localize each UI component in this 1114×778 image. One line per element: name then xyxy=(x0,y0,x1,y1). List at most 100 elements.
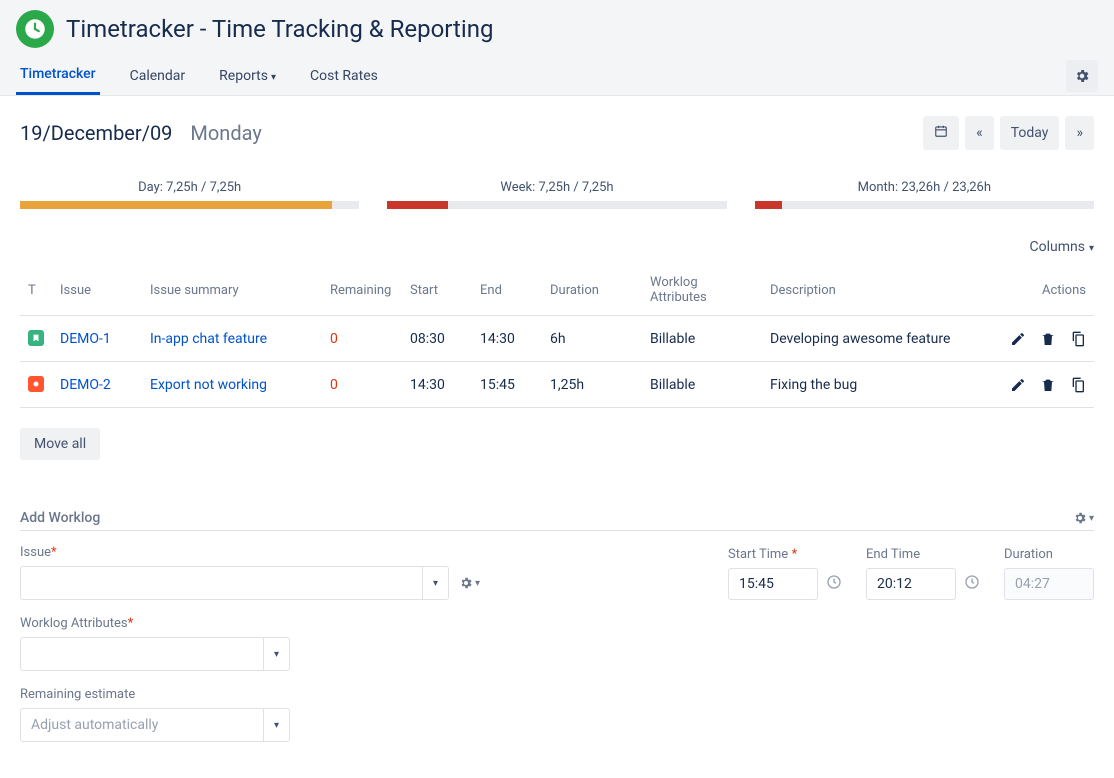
edit-button[interactable] xyxy=(1010,377,1026,393)
gear-icon xyxy=(1074,68,1090,84)
move-all-button[interactable]: Move all xyxy=(20,428,100,460)
issue-type-icon xyxy=(28,376,44,392)
attributes-value: Billable xyxy=(642,362,762,408)
app-header: Timetracker - Time Tracking & Reporting xyxy=(0,0,1114,56)
nav-settings-button[interactable] xyxy=(1066,60,1098,92)
description-value: Developing awesome feature xyxy=(762,316,984,362)
start-value: 14:30 xyxy=(402,362,472,408)
tab-timetracker[interactable]: Timetracker xyxy=(16,56,100,95)
columns-row: Columns▾ xyxy=(20,239,1094,255)
issue-label: Issue* xyxy=(20,545,480,560)
delete-button[interactable] xyxy=(1040,331,1056,347)
start-time-group: Start Time * xyxy=(728,547,842,600)
col-type: T xyxy=(20,265,52,316)
issue-type-icon xyxy=(28,330,44,346)
end-value: 14:30 xyxy=(472,316,542,362)
duration-value: 6h xyxy=(542,316,642,362)
remaining-select-caret[interactable]: ▾ xyxy=(264,708,290,742)
attributes-value: Billable xyxy=(642,316,762,362)
col-start: Start xyxy=(402,265,472,316)
chevron-down-icon: ▾ xyxy=(475,578,480,589)
start-value: 08:30 xyxy=(402,316,472,362)
tab-calendar[interactable]: Calendar xyxy=(126,58,190,94)
duration-value: 1,25h xyxy=(542,362,642,408)
table-row: DEMO-2 Export not working 0 14:3015:451,25h… xyxy=(20,362,1094,408)
remaining-value: 0 xyxy=(330,331,338,347)
app-logo xyxy=(16,10,54,48)
remaining-label: Remaining estimate xyxy=(20,687,290,702)
progress-month: Month: 23,26h / 23,26h xyxy=(755,180,1094,209)
tab-reports[interactable]: Reports▾ xyxy=(215,58,280,94)
chevron-right-double-icon: » xyxy=(1076,125,1083,141)
app-title: Timetracker - Time Tracking & Reporting xyxy=(66,15,493,43)
end-time-label: End Time xyxy=(866,547,980,562)
remaining-value: 0 xyxy=(330,377,338,393)
remaining-select[interactable]: Adjust automatically xyxy=(20,708,264,742)
issue-settings[interactable]: ▾ xyxy=(459,576,480,590)
add-worklog-title: Add Worklog xyxy=(20,510,100,526)
start-time-input[interactable] xyxy=(728,568,818,600)
nav-bar: Timetracker Calendar Reports▾ Cost Rates xyxy=(0,56,1114,96)
progress-day: Day: 7,25h / 7,25h xyxy=(20,180,359,209)
current-date: 19/December/09 xyxy=(20,121,172,145)
start-time-label: Start Time * xyxy=(728,547,842,562)
add-worklog-settings[interactable]: ▾ xyxy=(1073,511,1094,525)
prev-day-button[interactable]: « xyxy=(965,116,994,150)
table-row: DEMO-1 In-app chat feature 0 08:3014:306hBi… xyxy=(20,316,1094,362)
col-issue: Issue xyxy=(52,265,142,316)
issue-link[interactable]: DEMO-1 xyxy=(60,331,111,347)
issue-summary-link[interactable]: In-app chat feature xyxy=(150,331,267,347)
worklog-table: T Issue Issue summary Remaining Start En… xyxy=(20,265,1094,408)
col-end: End xyxy=(472,265,542,316)
end-time-input[interactable] xyxy=(866,568,956,600)
chevron-down-icon: ▾ xyxy=(1089,243,1094,254)
description-value: Fixing the bug xyxy=(762,362,984,408)
current-day: Monday xyxy=(190,121,261,145)
calendar-button[interactable] xyxy=(923,116,959,150)
issue-link[interactable]: DEMO-2 xyxy=(60,377,111,393)
remaining-field-group: Remaining estimate Adjust automatically … xyxy=(20,687,290,742)
gear-icon xyxy=(1073,511,1087,525)
next-day-button[interactable]: » xyxy=(1065,116,1094,150)
col-remaining: Remaining xyxy=(322,265,402,316)
progress-week: Week: 7,25h / 7,25h xyxy=(387,180,726,209)
col-duration: Duration xyxy=(542,265,642,316)
col-actions: Actions xyxy=(984,265,1094,316)
issue-summary-link[interactable]: Export not working xyxy=(150,377,267,393)
main-content: 19/December/09 Monday « Today » Day: 7,2… xyxy=(0,96,1114,778)
gear-icon xyxy=(459,576,473,590)
duration-label: Duration xyxy=(1004,547,1094,562)
calendar-icon xyxy=(934,124,948,138)
progress-row: Day: 7,25h / 7,25h Week: 7,25h / 7,25h M… xyxy=(20,180,1094,209)
attributes-label: Worklog Attributes* xyxy=(20,616,290,631)
add-worklog-section: Add Worklog ▾ Issue* ▾ ▾ xyxy=(20,510,1094,742)
end-value: 15:45 xyxy=(472,362,542,408)
chevron-left-double-icon: « xyxy=(976,125,983,141)
issue-field-group: Issue* ▾ ▾ xyxy=(20,545,480,600)
delete-button[interactable] xyxy=(1040,377,1056,393)
clock-icon[interactable] xyxy=(826,574,842,594)
add-worklog-header: Add Worklog ▾ xyxy=(20,510,1094,531)
end-time-group: End Time xyxy=(866,547,980,600)
date-row: 19/December/09 Monday « Today » xyxy=(20,116,1094,150)
chevron-down-icon: ▾ xyxy=(1089,513,1094,524)
issue-select[interactable] xyxy=(20,566,423,600)
duration-group: Duration xyxy=(1004,547,1094,600)
date-controls: « Today » xyxy=(923,116,1094,150)
col-summary: Issue summary xyxy=(142,265,322,316)
duration-input xyxy=(1004,568,1094,600)
chevron-down-icon: ▾ xyxy=(271,72,276,83)
clock-icon[interactable] xyxy=(964,574,980,594)
attributes-field-group: Worklog Attributes* ▾ xyxy=(20,616,290,671)
attributes-select-caret[interactable]: ▾ xyxy=(264,637,290,671)
columns-button[interactable]: Columns▾ xyxy=(1030,239,1094,255)
attributes-select[interactable] xyxy=(20,637,264,671)
copy-button[interactable] xyxy=(1070,377,1086,393)
col-attributes: Worklog Attributes xyxy=(642,265,762,316)
issue-select-caret[interactable]: ▾ xyxy=(423,566,449,600)
edit-button[interactable] xyxy=(1010,331,1026,347)
col-description: Description xyxy=(762,265,984,316)
today-button[interactable]: Today xyxy=(1000,116,1060,150)
tab-cost-rates[interactable]: Cost Rates xyxy=(306,58,382,94)
copy-button[interactable] xyxy=(1070,331,1086,347)
